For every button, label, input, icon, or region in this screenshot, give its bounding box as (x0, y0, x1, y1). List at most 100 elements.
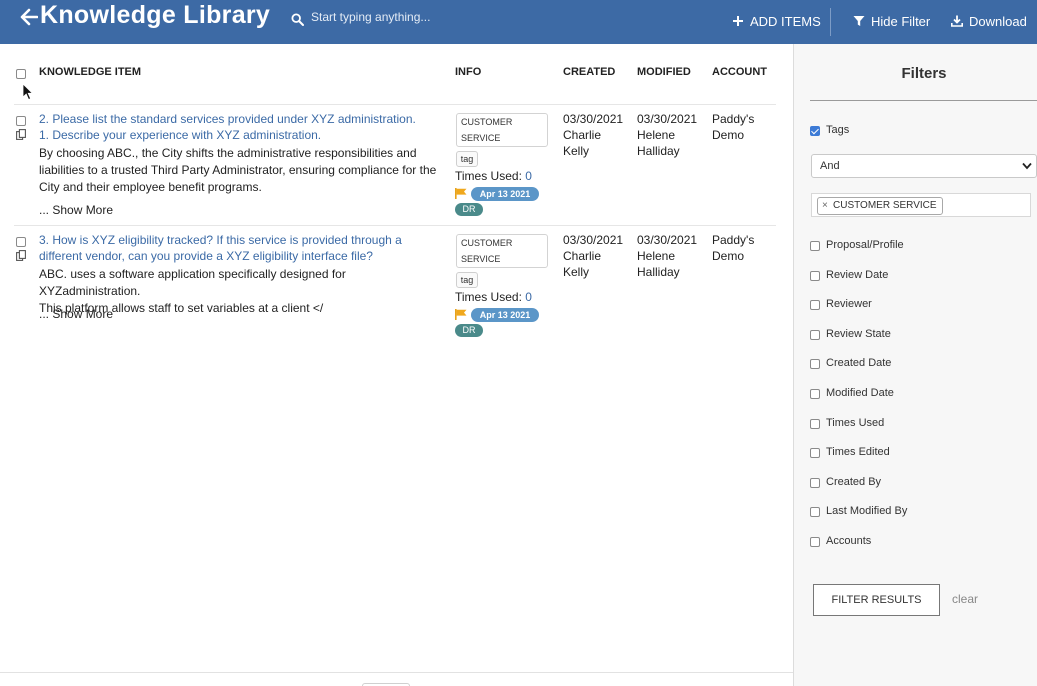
row-checkbox[interactable] (16, 116, 26, 126)
hide-filter-label: Hide Filter (871, 13, 931, 29)
times-edited-checkbox[interactable] (810, 448, 820, 458)
category-tag-line: CUSTOMER (461, 117, 513, 127)
hide-filter-button[interactable]: Hide Filter (853, 12, 930, 30)
review-date-badge: Apr 13 2021 (471, 187, 539, 201)
title-line: different vendor, can you provide a XYZ … (39, 249, 373, 263)
flag-icon (455, 309, 467, 320)
reviewer-checkbox[interactable] (810, 300, 820, 310)
filters-title: Filters (901, 65, 947, 82)
review-date-checkbox[interactable] (810, 271, 820, 281)
review-date-label: Review Date (826, 269, 889, 281)
modified-date: 03/30/2021 (637, 233, 698, 247)
category-tag: CUSTOMER SERVICE (456, 234, 548, 268)
filter-results-button[interactable]: FILTER RESULTS (813, 584, 940, 616)
created-by-checkbox[interactable] (810, 478, 820, 488)
search-input[interactable] (311, 6, 591, 28)
accounts-checkbox[interactable] (810, 537, 820, 547)
clear-filters-link[interactable]: clear (952, 592, 978, 606)
tags-checkbox[interactable] (810, 126, 820, 136)
add-items-label: ADD ITEMS (750, 13, 821, 29)
created-cell: 03/30/2021 Charlie Kelly (563, 232, 623, 280)
add-items-button[interactable]: ADD ITEMS (732, 12, 821, 30)
review-state-label: Review State (826, 328, 891, 340)
chevron-down-icon (1022, 162, 1032, 170)
last-modified-by-checkbox[interactable] (810, 507, 820, 517)
created-by: Kelly (563, 144, 590, 158)
created-date: 03/30/2021 (563, 112, 624, 126)
bottom-divider (0, 672, 793, 673)
times-used-checkbox[interactable] (810, 419, 820, 429)
account-name: Paddy's (712, 112, 755, 126)
download-button[interactable]: Download (951, 12, 1027, 30)
filter-panel: Filters Tags And × CUSTOMER SERVICE Prop… (793, 44, 1037, 686)
times-used: Times Used: 0 (455, 169, 532, 183)
filters-title-underline (810, 100, 1037, 101)
account-cell: Paddy's Demo (712, 111, 754, 143)
knowledge-item-title-link[interactable]: 2. Please list the standard services pro… (39, 111, 439, 143)
search-icon (291, 13, 304, 26)
column-header-modified[interactable]: MODIFIED (637, 66, 691, 78)
created-cell: 03/30/2021 Charlie Kelly (563, 111, 623, 159)
show-more-link[interactable]: ... Show More (39, 307, 113, 321)
tag-chip[interactable]: tag (456, 272, 478, 288)
show-more-link[interactable]: ... Show More (39, 203, 113, 217)
proposal-profile-checkbox[interactable] (810, 241, 820, 251)
tag-select-input[interactable]: × CUSTOMER SERVICE (811, 193, 1031, 217)
accounts-label: Accounts (826, 535, 872, 547)
modified-by: Helene (637, 249, 676, 263)
account-cell: Paddy's Demo (712, 232, 754, 264)
user-badge: DR (455, 203, 483, 216)
category-tag-line: SERVICE (461, 254, 501, 264)
modified-date-checkbox[interactable] (810, 389, 820, 399)
user-badge: DR (455, 324, 483, 337)
selected-tag-chip: × CUSTOMER SERVICE (817, 197, 943, 215)
modified-date-label: Modified Date (826, 387, 894, 399)
column-header-info[interactable]: INFO (455, 66, 481, 78)
modified-by: Halliday (637, 265, 680, 279)
modified-by: Halliday (637, 144, 680, 158)
created-by: Charlie (563, 249, 602, 263)
copy-icon[interactable] (16, 250, 26, 261)
times-used-value[interactable]: 0 (525, 169, 532, 183)
account-name: Demo (712, 128, 745, 142)
description-line: ABC. uses a software application specifi… (39, 267, 346, 298)
select-all-checkbox[interactable] (16, 69, 26, 79)
modified-cell: 03/30/2021 Helene Halliday (637, 111, 697, 159)
last-modified-by-label: Last Modified By (826, 505, 908, 517)
tag-operator-select[interactable]: And (811, 154, 1037, 178)
column-header-account[interactable]: ACCOUNT (712, 66, 767, 78)
selected-tag-label: CUSTOMER SERVICE (833, 200, 937, 211)
category-tag: CUSTOMER SERVICE (456, 113, 548, 147)
remove-tag-icon[interactable]: × (822, 198, 828, 214)
tag-chip[interactable]: tag (456, 151, 478, 167)
header-divider (830, 8, 831, 36)
copy-icon[interactable] (16, 129, 26, 140)
knowledge-item-title-link[interactable]: 3. How is XYZ eligibility tracked? If th… (39, 232, 439, 264)
description-line: City and their employee benefit programs… (39, 180, 262, 194)
times-edited-label: Times Edited (826, 446, 890, 458)
row-divider (14, 104, 776, 105)
title-line: 3. How is XYZ eligibility tracked? If th… (39, 233, 402, 247)
mouse-cursor-icon (22, 83, 34, 101)
column-header-knowledge-item[interactable]: KNOWLEDGE ITEM (39, 66, 141, 78)
review-state-checkbox[interactable] (810, 330, 820, 340)
created-date: 03/30/2021 (563, 233, 624, 247)
proposal-profile-label: Proposal/Profile (826, 239, 904, 251)
category-tag-line: CUSTOMER (461, 238, 513, 248)
times-used-label: Times Used (826, 417, 885, 429)
page-title: Knowledge Library (40, 1, 271, 29)
times-used-label: Times Used: (455, 169, 522, 183)
created-date-checkbox[interactable] (810, 359, 820, 369)
flag-icon (455, 188, 467, 199)
modified-date: 03/30/2021 (637, 112, 698, 126)
tags-label: Tags (826, 124, 850, 136)
back-arrow-icon[interactable] (20, 7, 38, 27)
top-bar: Knowledge Library ADD ITEMS Hide Filter … (0, 0, 1037, 44)
row-checkbox[interactable] (16, 237, 26, 247)
row-divider (14, 225, 776, 226)
knowledge-table: KNOWLEDGE ITEM INFO CREATED MODIFIED ACC… (0, 44, 793, 686)
column-header-created[interactable]: CREATED (563, 66, 615, 78)
created-by: Charlie (563, 128, 602, 142)
description-line: By choosing ABC., the City shifts the ad… (39, 146, 417, 160)
times-used-value[interactable]: 0 (525, 290, 532, 304)
